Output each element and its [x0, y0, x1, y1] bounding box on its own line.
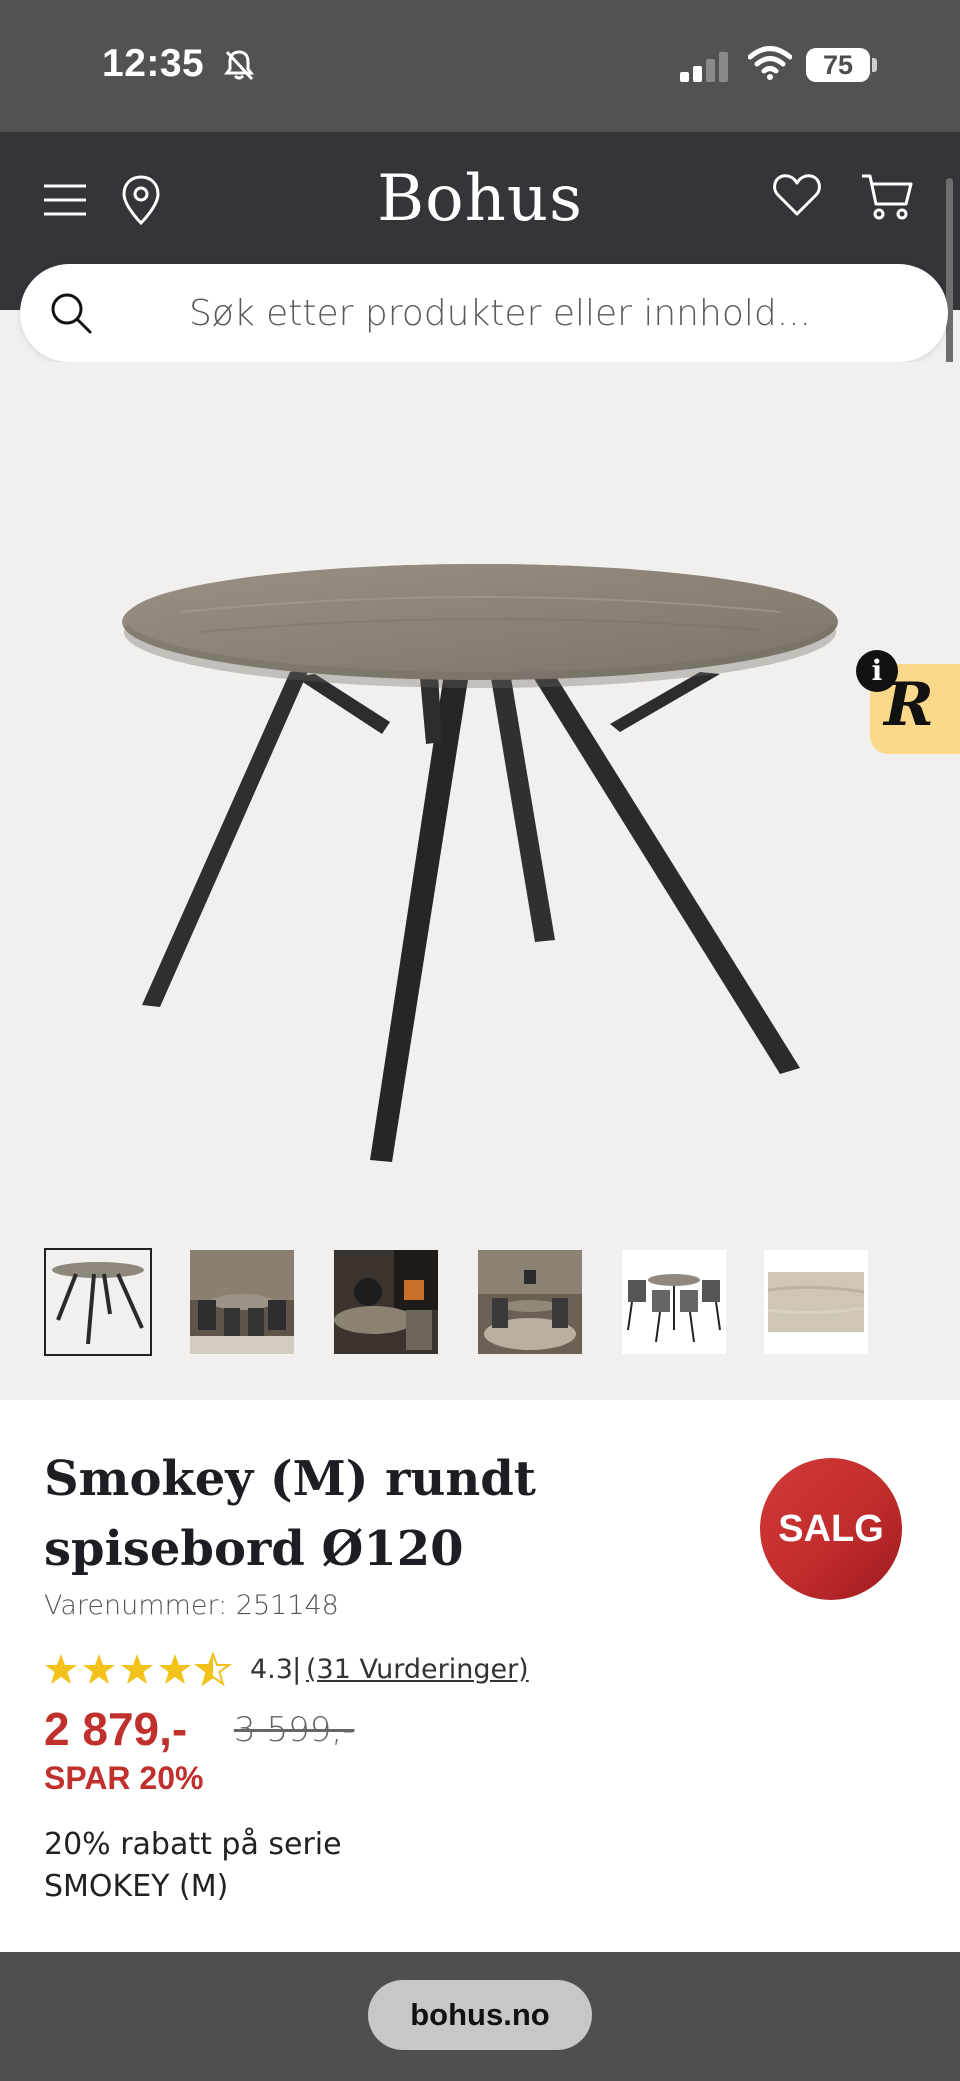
rating-value: 4.3 [250, 1654, 293, 1685]
browser-toolbar: bohus.no [0, 1952, 960, 2081]
battery-tip [872, 58, 877, 72]
rating-separator: | [292, 1652, 302, 1685]
thumbnail[interactable] [190, 1250, 294, 1354]
search-bar[interactable] [20, 264, 948, 362]
reviews-link[interactable]: (31 Vurderinger) [306, 1654, 529, 1685]
sale-badge: SALG [760, 1458, 902, 1600]
savings-label: SPAR 20% [44, 1760, 204, 1796]
promo-text: 20% rabatt på serie SMOKEY (M) [44, 1827, 342, 1904]
product-info: Smokey (M) rundt spisebord Ø120 Varenumm… [0, 1400, 960, 1952]
battery-icon: 75 [806, 48, 870, 82]
bell-slash-icon [224, 50, 254, 81]
search-input[interactable] [110, 264, 890, 362]
old-price: 3 599,- [234, 1710, 355, 1750]
thumbnail[interactable] [478, 1250, 582, 1354]
heart-icon[interactable] [772, 172, 822, 218]
thumbnail[interactable] [622, 1250, 726, 1354]
rating-stars [45, 1653, 230, 1685]
thumbnail-strip [0, 1246, 960, 1356]
info-icon[interactable]: i [856, 650, 898, 692]
search-icon[interactable] [48, 290, 94, 336]
thumbnail[interactable] [764, 1250, 868, 1354]
url-bar[interactable]: bohus.no [368, 1980, 592, 2050]
signal-icon [680, 52, 728, 82]
product-title: Smokey (M) rundt spisebord Ø120 [44, 1451, 536, 1577]
status-time: 12:35 [102, 42, 205, 85]
cart-icon[interactable] [860, 172, 914, 222]
thumbnail[interactable] [334, 1250, 438, 1354]
status-bar: 12:35 75 [0, 0, 960, 132]
product-image[interactable] [120, 462, 840, 1182]
wifi-icon [748, 46, 792, 80]
product-sku: Varenummer: 251148 [44, 1590, 339, 1621]
thumbnail[interactable] [44, 1248, 152, 1356]
product-image-gallery[interactable] [0, 362, 960, 1512]
current-price: 2 879,- [44, 1703, 188, 1755]
